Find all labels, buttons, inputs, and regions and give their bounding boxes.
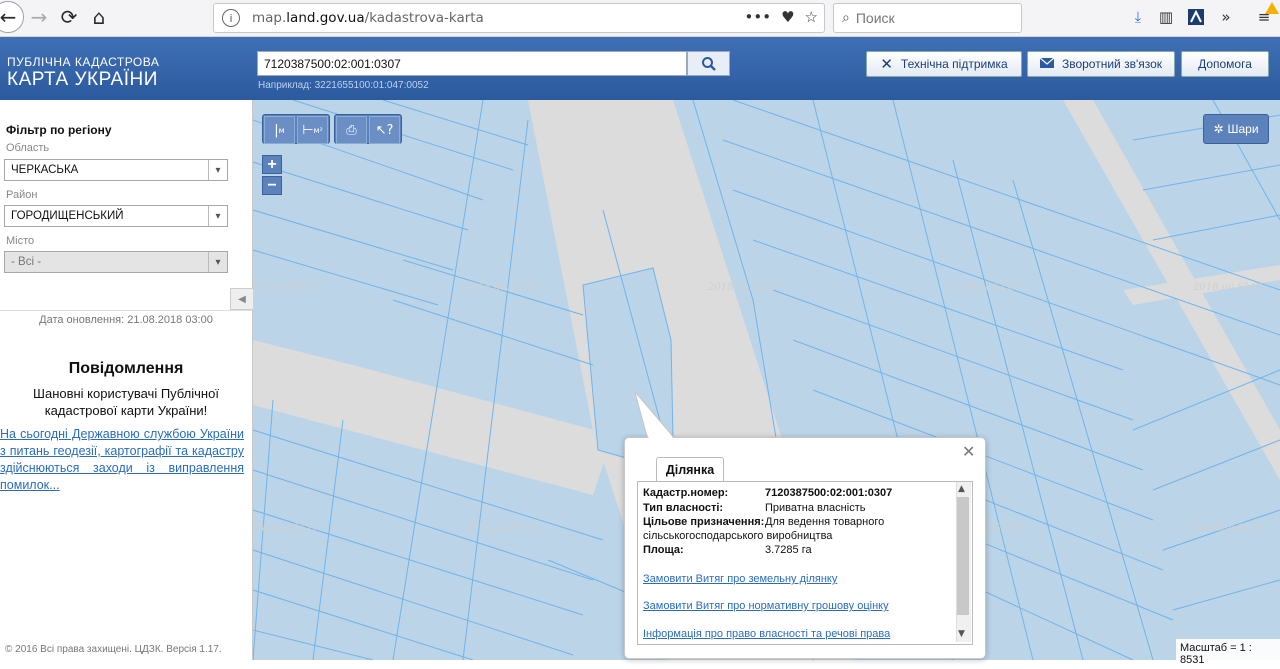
support-button[interactable]: ✕ Технічна підтримка	[866, 51, 1022, 77]
message-title: Повідомлення	[68, 360, 184, 377]
update-date: Дата оновлення: 21.08.2018 03:00	[39, 314, 213, 326]
raion-label: Район	[6, 189, 38, 201]
browser-search-input[interactable]: ⌕ Поиск	[833, 3, 1022, 33]
envelope-icon	[1039, 57, 1055, 71]
reload-icon[interactable]: ⟳	[54, 2, 84, 32]
map-watermark: 2018.ua.SLCC	[707, 282, 781, 293]
search-example: Наприклад: 3221655100:01:047:0052	[258, 80, 429, 91]
print-icon[interactable]: ⎙	[336, 116, 367, 144]
close-icon[interactable]: ✕	[962, 442, 975, 461]
message-link[interactable]: На сьогодні Державною службою України з …	[0, 426, 244, 494]
map-watermark: 2018.ua.SLCC	[1192, 523, 1266, 534]
measure-distance-icon[interactable]: | м	[264, 116, 295, 144]
ownership-value: Приватна власність	[765, 502, 866, 514]
warning-icon	[1265, 1, 1279, 14]
tools-icon: ✕	[880, 55, 893, 73]
cadastral-search-input[interactable]	[257, 51, 687, 76]
misto-select[interactable]: - Всі - ▾	[4, 251, 228, 273]
row-label: Тип власності:	[643, 502, 724, 514]
popup-pointer	[634, 392, 678, 440]
page-actions-icon[interactable]: •••	[745, 8, 772, 26]
help-button[interactable]: Допомога	[1181, 51, 1269, 77]
overflow-chevron-icon[interactable]: »	[1214, 6, 1238, 28]
ownership-info-link[interactable]: Інформація про право власності та речові…	[643, 628, 890, 640]
map-watermark: 2018.ua.SLCC	[1192, 282, 1266, 293]
download-icon[interactable]: ⤓	[1126, 6, 1150, 28]
home-icon[interactable]: ⌂	[84, 2, 114, 32]
map-watermark: 2018.ua.SLCC	[949, 282, 1023, 293]
map-toolbar: | м ⊢ м² ⎙ ↖?	[262, 114, 402, 144]
popup-scrollbar-thumb[interactable]	[957, 497, 969, 615]
raion-select[interactable]: ГОРОДИЩЕНСЬКИЙ ▾	[4, 205, 228, 227]
misto-label: Місто	[6, 235, 35, 247]
measure-area-icon[interactable]: ⊢ м²	[297, 116, 328, 144]
url-text: map.land.gov.ua/kadastrova-karta	[252, 10, 484, 26]
oblast-select[interactable]: ЧЕРКАСЬКА ▾	[4, 159, 228, 181]
order-valuation-link[interactable]: Замовити Витяг про нормативну грошову оц…	[643, 600, 889, 612]
purpose-value-continued: сільськогосподарського виробництва	[643, 530, 833, 542]
chevron-down-icon: ▾	[208, 252, 227, 272]
feedback-button[interactable]: Зворотний зв'язок	[1027, 51, 1175, 77]
area-value: 3.7285 га	[765, 544, 812, 556]
search-icon: ⌕	[842, 10, 850, 26]
tab-parcel[interactable]: Ділянка	[656, 457, 724, 482]
scroll-down-icon[interactable]: ▼	[958, 629, 965, 639]
zoom-out-button[interactable]: −	[262, 176, 282, 195]
map-watermark: 2018.ua.SLCC	[253, 523, 316, 534]
gear-icon: ✲	[1213, 122, 1224, 136]
purpose-value: Для ведення товарного	[765, 516, 885, 528]
order-extract-link[interactable]: Замовити Витяг про земельну ділянку	[643, 573, 837, 585]
pocket-icon[interactable]: ♥	[781, 8, 794, 26]
zoom-controls: + −	[262, 155, 282, 197]
library-icon[interactable]: ▥	[1154, 6, 1178, 28]
zoom-in-button[interactable]: +	[262, 155, 282, 174]
cadastral-search-button[interactable]	[687, 51, 730, 76]
info-icon[interactable]: i	[222, 9, 240, 27]
row-label: Площа:	[643, 544, 684, 556]
row-label: Цільове призначення:	[643, 516, 765, 528]
map-watermark: 2018.ua.SLCC	[464, 282, 538, 293]
map-watermark: 2018.ua.SLCC	[464, 523, 538, 534]
extension-icon[interactable]	[1184, 6, 1208, 28]
divider	[0, 310, 252, 311]
chevron-down-icon: ▾	[208, 206, 227, 226]
row-label: Кадастр.номер:	[643, 487, 729, 499]
oblast-label: Область	[6, 142, 50, 154]
search-icon	[701, 56, 716, 71]
collapse-sidebar-button[interactable]: ◀	[230, 288, 254, 310]
message-text: Шановні користувачі Публічної кадастрово…	[33, 386, 219, 418]
search-placeholder: Поиск	[855, 10, 895, 26]
forward-arrow-icon[interactable]: →	[24, 2, 54, 32]
bookmark-star-icon[interactable]: ☆	[805, 8, 818, 26]
map-watermark: 2018.ua.SLCC	[253, 282, 316, 293]
copyright: © 2016 Всі права захищені. ЦДЗК. Версія …	[5, 644, 222, 655]
layers-button[interactable]: ✲ Шари	[1203, 114, 1269, 144]
cadastral-number-value: 7120387500:02:001:0307	[765, 487, 893, 499]
sidebar	[0, 100, 253, 660]
filter-title: Фільтр по регіону	[6, 123, 112, 137]
scale-indicator: Масштаб = 1 : 8531	[1176, 639, 1280, 669]
logo-line2: КАРТА УКРАЇНИ	[7, 69, 158, 90]
logo-line1: ПУБЛІЧНА КАДАСТРОВА	[7, 55, 160, 69]
address-bar[interactable]: i map.land.gov.ua/kadastrova-karta ••• ♥…	[213, 3, 825, 33]
scroll-up-icon[interactable]: ▲	[958, 484, 965, 494]
identify-cursor-icon[interactable]: ↖?	[369, 116, 400, 144]
chevron-down-icon: ▾	[208, 160, 227, 180]
